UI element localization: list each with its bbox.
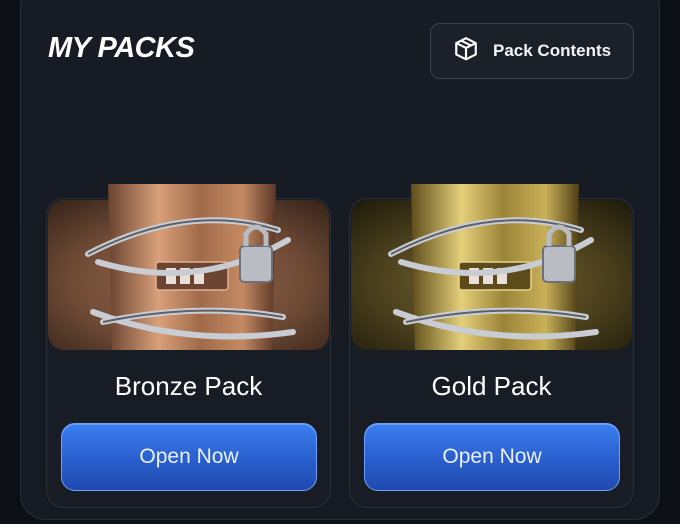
pack-contents-label: Pack Contents — [493, 41, 612, 60]
pack-contents-button[interactable]: Pack Contents — [430, 23, 634, 79]
box-icon — [453, 36, 479, 67]
pack-card-gold: Gold Pack Open Now — [349, 184, 634, 508]
gold-pack-image — [351, 184, 632, 350]
open-now-button[interactable]: Open Now — [61, 423, 317, 491]
pack-name: Gold Pack — [431, 371, 552, 401]
bronze-pack-image — [48, 184, 329, 350]
pack-card-bronze: Bronze Pack Open Now — [46, 184, 331, 508]
page-title: MY PACKS — [48, 32, 195, 64]
open-now-button[interactable]: Open Now — [364, 423, 620, 491]
pack-name: Bronze Pack — [114, 371, 263, 401]
